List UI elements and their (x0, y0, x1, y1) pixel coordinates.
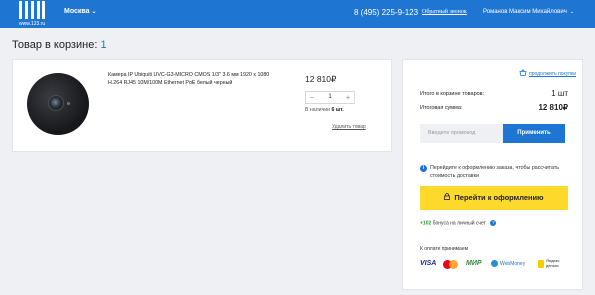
bonus-text: бонуса на личный счет (432, 220, 486, 227)
logo-mark (19, 1, 45, 19)
chevron-down-icon: ⌄ (569, 9, 575, 15)
page-title: Товар в корзине: 1 (12, 39, 107, 51)
product-name-link[interactable]: Камера IP Ubiquiti UVC-G3-MICRO CMOS 1/3… (108, 72, 283, 87)
checkout-button[interactable]: Перейти к оформлению (420, 186, 568, 210)
phone-number[interactable]: 8 (495) 225-9-123 (354, 8, 418, 17)
logo-bar (31, 1, 34, 19)
total-items-label: Итого в корзине товаров: (420, 91, 485, 97)
logo-bar (25, 1, 28, 19)
shopping-basket-icon (519, 68, 527, 78)
logo-bar (37, 1, 40, 19)
chevron-down-icon: ⌄ (91, 9, 97, 15)
stock-status: В наличии 6 шт. (305, 107, 344, 113)
quantity-input[interactable]: 1 (318, 92, 342, 103)
bonus-amount: +102 (420, 220, 432, 227)
webmoney-logo: WebMoney (491, 258, 525, 270)
logo-domain: www.123.ru (19, 21, 46, 27)
stock-label: В наличии (305, 107, 331, 113)
info-icon: i (420, 165, 427, 172)
visa-logo: VISA (420, 260, 437, 267)
total-sum-value: 12 810₽ (538, 103, 568, 112)
cart-item-panel: Камера IP Ubiquiti UVC-G3-MICRO CMOS 1/3… (12, 59, 392, 152)
site-logo[interactable]: www.123.ru (19, 1, 45, 27)
cart-count: 1 (100, 39, 107, 51)
stock-value: 6 шт. (331, 107, 344, 113)
webmoney-label: WebMoney (500, 261, 526, 267)
yandex-money-icon (538, 260, 544, 268)
top-header: www.123.ru Москва ⌄ 8 (495) 225-9-123 Обр… (0, 0, 595, 28)
product-image[interactable] (27, 73, 89, 135)
continue-shopping-label: продолжить покупки (528, 70, 576, 77)
bonus-info: +102 бонуса на личный счет ? (420, 220, 497, 227)
decrease-quantity-button[interactable]: − (306, 92, 318, 103)
user-menu[interactable]: Романов Максим Михайлович ⌄ (483, 9, 574, 15)
city-label: Москва (64, 8, 90, 15)
webmoney-globe-icon (491, 260, 498, 268)
lock-icon (444, 186, 451, 210)
help-icon[interactable]: ? (490, 220, 497, 226)
total-items-value: 1 шт (551, 89, 568, 98)
user-name: Романов Максим Михайлович (483, 9, 567, 15)
checkout-label: Перейти к оформлению (454, 193, 544, 202)
quantity-stepper: − 1 + (305, 91, 355, 104)
delivery-info-text: Перейдите к оформлению заказа, чтобы рас… (430, 165, 560, 179)
payment-methods-label: К оплате принимаем (420, 246, 469, 252)
callback-link[interactable]: Обратный звонок (422, 9, 467, 15)
logo-bar (42, 1, 45, 19)
page-title-text: Товар в корзине: (12, 39, 98, 51)
city-selector[interactable]: Москва ⌄ (64, 8, 97, 15)
mastercard-circle-orange (449, 260, 458, 269)
mastercard-logo (443, 258, 460, 270)
camera-sensor (67, 102, 70, 105)
remove-item-link[interactable]: Удалить товар (332, 124, 366, 130)
promo-code-input[interactable]: Введите промокод (420, 124, 503, 143)
total-sum-label: Итоговая сумма: (420, 105, 463, 111)
mir-logo: МИР (466, 260, 482, 267)
logo-bar (19, 1, 22, 19)
camera-lens (48, 95, 64, 111)
continue-shopping-link[interactable]: продолжить покупки (519, 68, 576, 78)
yandex-money-label: Яндекс деньги (546, 258, 560, 268)
item-price: 12 810₽ (305, 74, 337, 84)
yandex-money-logo: Яндекс деньги (538, 258, 564, 270)
increase-quantity-button[interactable]: + (342, 92, 354, 103)
order-summary-panel: продолжить покупки Итого в корзине товар… (402, 59, 583, 290)
delivery-info: i Перейдите к оформлению заказа, чтобы р… (420, 165, 570, 180)
apply-promo-button[interactable]: Применить (503, 124, 565, 143)
